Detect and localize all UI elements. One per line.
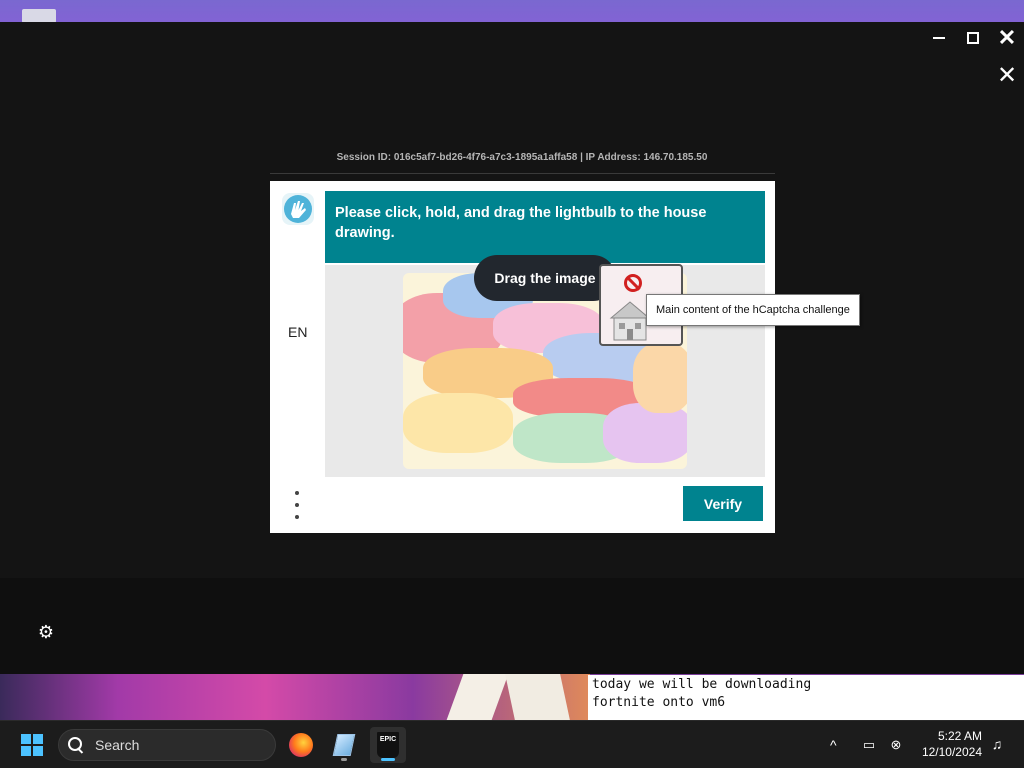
search-label: Search: [95, 737, 140, 753]
taskbar-search[interactable]: Search: [58, 729, 276, 761]
clock[interactable]: 5:22 AM 12/10/2024: [912, 728, 982, 760]
vm-icon: [332, 734, 356, 756]
notification-bell-icon[interactable]: ♫: [988, 736, 1006, 752]
footer-band: [0, 578, 1024, 674]
desktop-icon[interactable]: [22, 9, 56, 23]
verify-button[interactable]: Verify: [683, 486, 763, 521]
no-entry-icon: [624, 274, 642, 292]
minimize-icon: [933, 37, 945, 39]
clock-date: 12/10/2024: [921, 745, 982, 759]
windows-start-icon[interactable]: [21, 734, 43, 756]
vm-taskbar-button[interactable]: [326, 727, 362, 763]
firefox-taskbar-button[interactable]: [283, 727, 319, 763]
hcaptcha-logo-icon: [282, 193, 314, 225]
epic-games-icon: EPIC: [377, 732, 399, 758]
maximize-icon: [967, 32, 979, 44]
menu-dots-icon[interactable]: [292, 491, 302, 519]
terminal-text-box: today we will be downloading fortnite on…: [588, 675, 1024, 720]
firefox-icon: [289, 733, 313, 757]
chevron-up-icon[interactable]: ^: [830, 737, 837, 753]
network-icon[interactable]: ⊗: [887, 736, 905, 754]
divider: [270, 173, 775, 174]
settings-gear-icon[interactable]: ⚙: [36, 622, 56, 642]
window-close-button[interactable]: ✕: [990, 22, 1024, 54]
maximize-button[interactable]: [956, 22, 990, 54]
challenge-prompt: Please click, hold, and drag the lightbu…: [325, 191, 765, 263]
clock-time: 5:22 AM: [937, 729, 982, 743]
minimize-button[interactable]: [922, 22, 956, 54]
search-icon: [67, 736, 85, 754]
display-icon[interactable]: ▭: [860, 736, 878, 754]
drag-hint-bubble: Drag the image: [474, 255, 616, 301]
language-selector[interactable]: EN: [288, 324, 307, 340]
hcaptcha-challenge: EN Please click, hold, and drag the ligh…: [270, 181, 775, 533]
active-indicator: [381, 758, 395, 761]
window-controls: ✕: [922, 22, 1024, 54]
terminal-line: today we will be downloading: [592, 677, 812, 692]
running-indicator: [341, 758, 347, 761]
taskbar: Search EPIC ^ ▭ ⊗ 5:22 AM 12/10/2024 ♫: [0, 720, 1024, 768]
terminal-line: fortnite onto vm6: [592, 695, 726, 710]
dialog-close-button[interactable]: ✕: [994, 62, 1020, 89]
wallpaper-shard: [505, 674, 570, 720]
epic-games-taskbar-button[interactable]: EPIC: [370, 727, 406, 763]
session-info: Session ID: 016c5af7-bd26-4f76-a7c3-1895…: [336, 152, 708, 163]
tooltip: Main content of the hCaptcha challenge: [646, 294, 860, 326]
